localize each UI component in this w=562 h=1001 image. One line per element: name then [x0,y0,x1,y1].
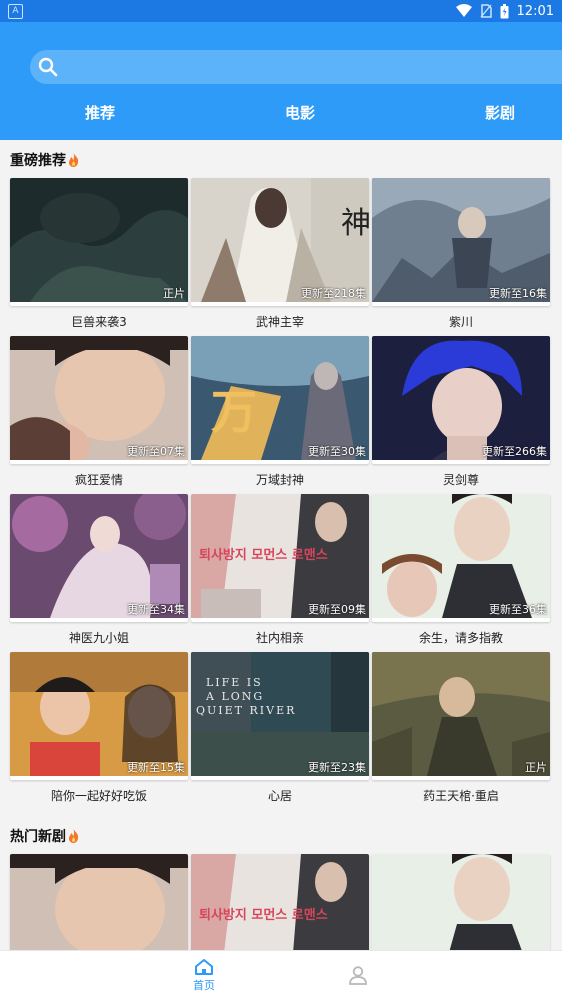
poster-image [372,178,550,302]
category-tabs: 推荐 电影 影剧 [0,102,562,126]
poster-line: A LONG [206,690,265,703]
video-card[interactable]: 万 更新至30集 [191,336,369,464]
episode-badge: 更新至34集 [127,603,185,616]
video-card[interactable]: 更新至15集 [10,652,188,780]
poster-image [372,652,550,776]
fire-icon [69,829,79,843]
notification-icon: A [8,4,23,19]
nav-home[interactable]: 首页 [174,959,234,993]
video-title[interactable]: 巨兽来袭3 [10,313,188,330]
search-icon [38,57,58,77]
video-title[interactable]: 陪你一起好好吃饭 [10,787,188,804]
user-icon [349,966,367,985]
video-card[interactable]: 퇴사방지 모먼스 로맨스 更新至09集 [191,494,369,622]
tab-movies[interactable]: 电影 [260,102,340,123]
video-title[interactable]: 神医九小姐 [10,629,188,646]
video-card[interactable] [10,854,188,950]
wifi-icon [455,4,472,17]
battery-icon [500,3,509,18]
status-icons: 12:01 [455,3,554,19]
poster-text: 퇴사방지 모먼스 로맨스 [199,548,328,563]
video-card[interactable]: 퇴사방지 모먼스 로맨스 [191,854,369,950]
poster-image [10,652,188,776]
video-card[interactable]: 更新至266集 [372,336,550,464]
video-title[interactable]: 余生，请多指教 [372,629,550,646]
poster-image [10,178,188,302]
episode-badge: 更新至266集 [482,445,547,458]
episode-badge: 更新至36集 [489,603,547,616]
poster-image [10,494,188,618]
poster-line: LIFE IS [206,676,263,689]
poster-image [10,854,188,950]
video-card[interactable]: 更新至07集 [10,336,188,464]
poster-text: 万 [211,385,257,439]
poster-text-block: LIFE IS A LONG QUIET RIVER [196,676,296,718]
content-area[interactable]: 重磅推荐 正片 巨兽来袭3 神 更新至218集 武神主宰 更新至16集 紫川 更… [0,140,562,950]
poster-image [10,336,188,460]
section-label: 热门新剧 [10,829,66,845]
video-title[interactable]: 药王天棺·重启 [372,787,550,804]
video-card[interactable]: 神 更新至218集 [191,178,369,306]
poster-image [191,854,369,950]
episode-badge: 正片 [163,287,185,300]
section-title-hot: 热门新剧 [10,826,79,846]
poster-text: 神 [341,206,369,241]
video-title[interactable]: 武神主宰 [191,313,369,330]
episode-badge: 更新至09集 [308,603,366,616]
video-title[interactable]: 社内相亲 [191,629,369,646]
tab-recommend[interactable]: 推荐 [60,102,140,123]
episode-badge: 更新至23集 [308,761,366,774]
video-title[interactable]: 心居 [191,787,369,804]
nav-home-label: 首页 [193,979,215,992]
poster-line: QUIET RIVER [196,704,297,717]
video-card[interactable]: 更新至36集 [372,494,550,622]
section-title-featured: 重磅推荐 [10,150,79,170]
poster-image [372,494,550,618]
video-card[interactable]: 正片 [10,178,188,306]
video-card[interactable]: LIFE IS A LONG QUIET RIVER 更新至23集 [191,652,369,780]
search-input[interactable] [30,50,562,84]
episode-badge: 更新至218集 [301,287,366,300]
episode-badge: 更新至15集 [127,761,185,774]
nav-profile[interactable] [328,959,388,985]
video-card[interactable] [372,854,550,950]
no-sim-icon [480,4,492,18]
video-title[interactable]: 灵剑尊 [372,471,550,488]
bottom-nav: 首页 [0,950,562,1001]
episode-badge: 正片 [525,761,547,774]
home-icon [195,959,213,975]
app-header: 推荐 电影 影剧 [0,22,562,140]
poster-text: 퇴사방지 모먼스 로맨스 [199,908,328,923]
episode-badge: 更新至07集 [127,445,185,458]
video-title[interactable]: 疯狂爱情 [10,471,188,488]
poster-image [372,336,550,460]
poster-image [372,854,550,950]
video-card[interactable]: 更新至34集 [10,494,188,622]
fire-icon [69,153,79,167]
video-card[interactable]: 更新至16集 [372,178,550,306]
section-label: 重磅推荐 [10,153,66,169]
clock: 12:01 [516,3,554,19]
status-bar: A 12:01 [0,0,562,22]
tab-series[interactable]: 影剧 [460,102,540,123]
video-card[interactable]: 正片 [372,652,550,780]
video-title[interactable]: 紫川 [372,313,550,330]
episode-badge: 更新至16集 [489,287,547,300]
video-title[interactable]: 万域封神 [191,471,369,488]
episode-badge: 更新至30集 [308,445,366,458]
